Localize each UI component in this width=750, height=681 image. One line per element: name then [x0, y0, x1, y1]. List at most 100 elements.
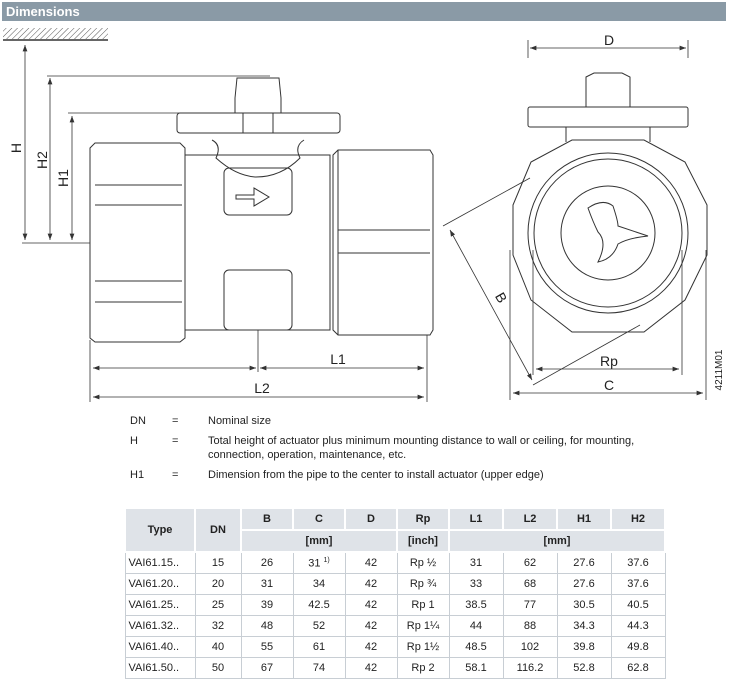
table-cell: 88 [502, 615, 558, 637]
legend-item: DN = Nominal size [130, 414, 678, 428]
table-cell: 48 [240, 615, 294, 637]
cell-value: 34.3 [573, 620, 595, 632]
unit-header: [mm] [448, 529, 666, 553]
cell-value: 37.6 [627, 557, 649, 569]
table-cell: 15 [194, 551, 242, 574]
table-cell: 31 1) [292, 551, 346, 574]
table-cell: VAI61.15.. [124, 551, 196, 574]
cell-value: 62 [523, 557, 537, 569]
col-header: Rp [396, 507, 450, 531]
legend-text: Total height of actuator plus minimum mo… [208, 435, 635, 461]
cell-value: 48 [260, 620, 274, 632]
valve-side-view [22, 75, 434, 343]
label-H2: H2 [34, 151, 50, 169]
table-cell: 62.8 [610, 657, 666, 679]
valve-drawing: H H2 H1 L1 L2 D B Rp C 4211M01 [3, 28, 725, 402]
col-header: DN [194, 507, 242, 553]
table-cell: 34 [292, 573, 346, 595]
col-header: Type [124, 507, 196, 553]
cell-value: 58.1 [465, 662, 487, 674]
cell-value: 42 [364, 599, 378, 611]
table-cell: 67 [240, 657, 294, 679]
label-H1: H1 [55, 169, 71, 187]
ceiling-hatch [3, 28, 108, 41]
col-header: D [344, 507, 398, 531]
table-cell: 49.8 [610, 636, 666, 658]
table-cell: 30.5 [556, 594, 612, 616]
table-cell: 20 [194, 573, 242, 595]
table-cell: Rp 1¼ [396, 615, 450, 637]
cell-value: 31 [260, 578, 274, 590]
cell-value: 15 [211, 557, 225, 569]
cell-value: 74 [312, 662, 326, 674]
table-cell: 77 [502, 594, 558, 616]
col-header: H2 [610, 507, 666, 531]
table-cell: Rp 1 [396, 594, 450, 616]
table-cell: 55 [240, 636, 294, 658]
cell-value: 39 [260, 599, 274, 611]
label-Rp: Rp [600, 353, 618, 369]
cell-value: Rp ½ [409, 557, 437, 569]
table-cell: 74 [292, 657, 346, 679]
table-cell: 31 [240, 573, 294, 595]
col-header: L2 [502, 507, 558, 531]
dimension-lines-front [442, 40, 707, 400]
cell-value: 44 [469, 620, 483, 632]
cell-value: 32 [211, 620, 225, 632]
table-cell: Rp ½ [396, 551, 450, 574]
cell-value: 49.8 [627, 641, 649, 653]
label-C: C [604, 377, 614, 393]
cell-value: 31 [308, 557, 321, 570]
cell-value: Rp 1½ [406, 641, 440, 653]
cell-value: VAI61.40.. [128, 641, 180, 653]
cell-value: 42 [364, 578, 378, 590]
col-header: H1 [556, 507, 612, 531]
table-cell: 32 [194, 615, 242, 637]
table-cell: 52 [292, 615, 346, 637]
label-L2: L2 [254, 380, 270, 396]
table-cell: 40.5 [610, 594, 666, 616]
label-L1: L1 [330, 351, 346, 367]
cell-value: 50 [211, 662, 225, 674]
footnote-mark: 1) [323, 556, 330, 564]
cell-value: 62.8 [627, 662, 649, 674]
table-cell: Rp 2 [396, 657, 450, 679]
cell-value: 67 [260, 662, 274, 674]
dimension-lines-side [22, 45, 428, 402]
unit-header: [mm] [240, 529, 398, 553]
cell-value: 61 [312, 641, 326, 653]
table-cell: 48.5 [448, 636, 504, 658]
cell-value: 34 [312, 578, 326, 590]
table-cell: 42.5 [292, 594, 346, 616]
table-cell: 33 [448, 573, 504, 595]
cell-value: 42 [364, 620, 378, 632]
legend-text: Nominal size [208, 415, 271, 427]
table-row: VAI61.32.. 32 48 52 42 Rp 1¼ 44 88 34.3 44.3 [124, 615, 666, 637]
cell-value: VAI61.25.. [128, 599, 180, 611]
cell-value: 68 [523, 578, 537, 590]
cell-value: 20 [211, 578, 225, 590]
valve-front-view [512, 72, 708, 333]
cell-value: 88 [523, 620, 537, 632]
table-cell: 31 [448, 551, 504, 574]
cell-value: 77 [523, 599, 537, 611]
table-row: VAI61.50.. 50 67 74 42 Rp 2 58.1 116.2 52.8 62.8 [124, 657, 666, 679]
cell-value: 27.6 [573, 578, 595, 590]
table-cell: 116.2 [502, 657, 558, 679]
cell-value: 33 [469, 578, 483, 590]
table-cell: 34.3 [556, 615, 612, 637]
cell-value: 27.6 [573, 557, 595, 569]
cell-value: 26 [260, 557, 274, 569]
cell-value: 37.6 [627, 578, 649, 590]
legend-item: H = Total height of actuator plus minimum … [130, 434, 678, 462]
col-header: B [240, 507, 294, 531]
cell-value: 116.2 [516, 662, 544, 674]
table-cell: 44 [448, 615, 504, 637]
table-cell: 39 [240, 594, 294, 616]
legend-eq: = [172, 415, 179, 427]
label-H: H [8, 143, 24, 153]
cell-value: 42 [364, 662, 378, 674]
table-cell: 52.8 [556, 657, 612, 679]
cell-value: 25 [211, 599, 225, 611]
cell-value: 52 [312, 620, 326, 632]
